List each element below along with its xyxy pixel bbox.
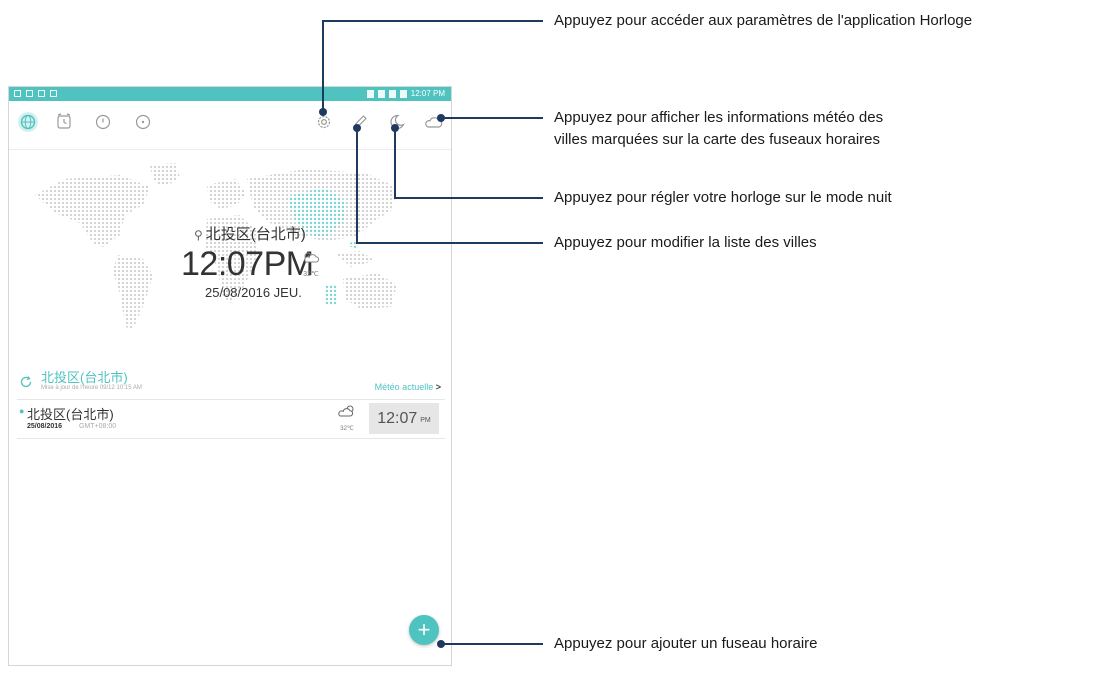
callout-weather-line2: villes marquées sur la carte des fuseaux… (554, 131, 880, 148)
callout-weather-line1: Appuyez pour afficher les informations m… (554, 109, 884, 126)
callout-edit-cities: Appuyez pour modifier la liste des ville… (554, 234, 817, 251)
callout-dot (353, 124, 361, 132)
callout-line-edit-cities (356, 128, 543, 244)
callout-dot (437, 114, 445, 122)
callout-dot (437, 640, 445, 648)
callout-dot (391, 124, 399, 132)
callout-night-mode: Appuyez pour régler votre horloge sur le… (554, 189, 892, 206)
callout-settings: Appuyez pour accéder aux paramètres de l… (554, 12, 973, 29)
callout-dot (319, 108, 327, 116)
callout-line-settings (322, 20, 543, 112)
callout-lines (319, 20, 543, 648)
callout-line-night-mode (394, 128, 543, 199)
callout-add-timezone: Appuyez pour ajouter un fuseau horaire (554, 635, 818, 652)
